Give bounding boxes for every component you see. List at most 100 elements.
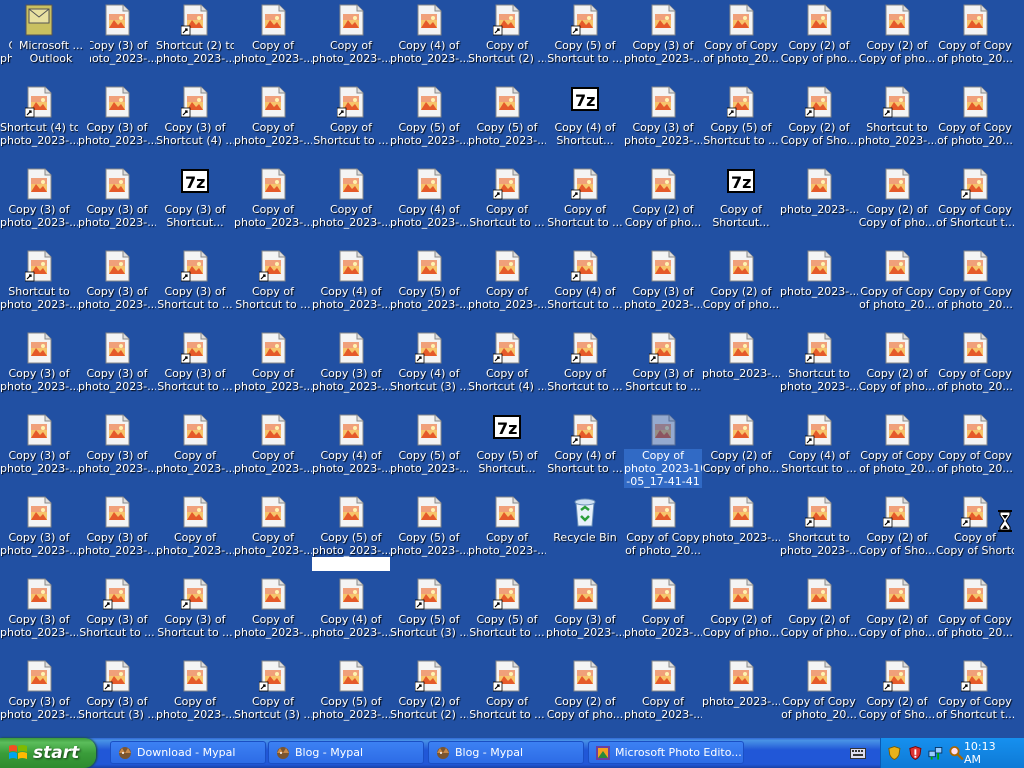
- desktop-icon[interactable]: ph: [1014, 658, 1024, 738]
- desktop-icon[interactable]: Copy (4) of Shortcut to ...: [546, 248, 624, 328]
- desktop-icon[interactable]: Copy (3) of Shortcut (3) ...: [78, 658, 156, 738]
- desktop-icon[interactable]: Copy of Copy of photo_20...: [624, 494, 702, 574]
- desktop-icon[interactable]: Copy (5) of photo_2023-...: [390, 494, 468, 574]
- desktop-icon[interactable]: Copy of Shortcut to ...: [546, 330, 624, 410]
- desktop-icon[interactable]: photo_2023-...: [780, 248, 858, 328]
- desktop-icon[interactable]: Copy of photo_2023-...: [234, 330, 312, 410]
- desktop-icon[interactable]: Copy (3) of photo_2023-...: [312, 330, 390, 410]
- desktop-icon[interactable]: ph: [1014, 166, 1024, 246]
- desktop-icon[interactable]: Copy (3) of Shortcut to ...: [78, 576, 156, 656]
- desktop-icon[interactable]: Copy (4) of photo_2023-...: [390, 166, 468, 246]
- desktop-icon[interactable]: ph: [1014, 84, 1024, 164]
- rename-input[interactable]: [312, 557, 390, 571]
- security-alert-icon[interactable]: [908, 745, 923, 761]
- desktop-icon[interactable]: Copy of photo_2023-...: [234, 84, 312, 164]
- desktop-icon[interactable]: Copy of photo_2023-...: [468, 494, 546, 574]
- desktop-icon[interactable]: photo_2023-...: [702, 658, 780, 738]
- desktop-icon[interactable]: Copy (3) of Shortcut to ...: [156, 330, 234, 410]
- desktop-icon[interactable]: Copy of Copy of photo_20...: [936, 2, 1014, 82]
- desktop-icon[interactable]: Copy of photo_2023-...: [156, 412, 234, 492]
- desktop-icon[interactable]: Copy (2) of Copy of pho...: [702, 248, 780, 328]
- desktop-icon[interactable]: Copy of Shortcut (4) ...: [468, 330, 546, 410]
- desktop-icon[interactable]: Copy of Shortcut to ...: [234, 248, 312, 328]
- desktop-icon[interactable]: Copy (2) of Copy of pho...: [780, 2, 858, 82]
- desktop-icon[interactable]: Copy (2) of Copy of pho...: [546, 658, 624, 738]
- start-button[interactable]: start: [0, 738, 96, 768]
- desktop-icon[interactable]: Copy of Shortcut to ...: [312, 84, 390, 164]
- desktop-icon[interactable]: Copy (2) of Copy of Sho...: [780, 84, 858, 164]
- desktop-icon[interactable]: ph: [1014, 330, 1024, 410]
- desktop-icon[interactable]: Copy of Copy of Shortcut t...: [936, 166, 1014, 246]
- desktop-icon[interactable]: Copy (3) of Shortcut (4) ...: [156, 84, 234, 164]
- desktop-icon[interactable]: Copy of photo_2023-...: [312, 166, 390, 246]
- desktop-icon[interactable]: Shortcut to photo_2023-...: [780, 330, 858, 410]
- clock[interactable]: 10:13 AM: [964, 740, 1012, 766]
- desktop-icon[interactable]: Copy of photo_2023-...: [624, 576, 702, 656]
- desktop-icon[interactable]: ph: [1014, 412, 1024, 492]
- desktop-icon[interactable]: Copy (3) of photo_2023-...: [0, 412, 78, 492]
- desktop-icon[interactable]: Copy of photo_2023-...: [234, 412, 312, 492]
- desktop-icon[interactable]: 7z Copy (3) of Shortcut...: [156, 166, 234, 246]
- desktop-icon[interactable]: Copy of Copy of photo_20...: [936, 576, 1014, 656]
- desktop-icon[interactable]: Shortcut (2) to photo_2023-...: [156, 2, 234, 82]
- desktop-icon[interactable]: Copy of Shortcut (2) ...: [468, 2, 546, 82]
- desktop-icon-outlook[interactable]: Microsoft ... Outlook: [0, 2, 90, 82]
- desktop-icon[interactable]: Copy (3) of photo_2023-...: [78, 330, 156, 410]
- search-icon[interactable]: [949, 745, 964, 761]
- desktop-icon[interactable]: Copy (4) of photo_2023-...: [312, 248, 390, 328]
- taskbar-button[interactable]: Microsoft Photo Edito...: [588, 741, 744, 764]
- desktop-icon[interactable]: Shortcut to photo_2023-...: [0, 248, 78, 328]
- taskbar-button[interactable]: Download - Mypal: [110, 741, 266, 764]
- desktop-icon[interactable]: Copy (4) of photo_2023-...: [390, 2, 468, 82]
- desktop-icon[interactable]: Copy of Copy of photo_20...: [936, 330, 1014, 410]
- desktop-icon-recycle-bin[interactable]: Recycle Bin: [546, 494, 624, 574]
- desktop-icon[interactable]: Copy of Copy of photo_20...: [858, 412, 936, 492]
- desktop-icon[interactable]: Copy (2) of Copy of pho...: [624, 166, 702, 246]
- desktop-icon[interactable]: Copy (5) of Shortcut (3) ...: [390, 576, 468, 656]
- desktop[interactable]: Copy (3) of photo_2023-...Shortcut (4) t…: [0, 0, 1024, 738]
- desktop-icon[interactable]: photo_2023-...: [702, 494, 780, 574]
- desktop-icon[interactable]: Copy of Copy of photo_20...: [936, 248, 1014, 328]
- desktop-icon[interactable]: Copy (2) of Shortcut (2) ...: [390, 658, 468, 738]
- desktop-icon[interactable]: Copy of photo_2023-...: [234, 166, 312, 246]
- desktop-icon[interactable]: Copy (2) of Copy of pho...: [858, 166, 936, 246]
- desktop-icon[interactable]: photo_2023-...: [780, 166, 858, 246]
- desktop-icon[interactable]: Copy of Copy of photo_20...: [936, 412, 1014, 492]
- desktop-icon[interactable]: ph: [1014, 494, 1024, 574]
- desktop-icon[interactable]: Copy (3) of photo_2023-...: [78, 248, 156, 328]
- desktop-icon[interactable]: Copy of Shortcut (3) ...: [234, 658, 312, 738]
- desktop-icon[interactable]: Copy (3) of photo_2023-...: [78, 412, 156, 492]
- desktop-icon[interactable]: Copy (3) of photo_2023-...: [0, 494, 78, 574]
- desktop-icon[interactable]: Copy (4) of Shortcut to ...: [780, 412, 858, 492]
- desktop-icon[interactable]: Copy (2) of Copy of pho...: [858, 576, 936, 656]
- network-icon[interactable]: [928, 745, 943, 761]
- desktop-icon[interactable]: Copy (5) of Shortcut to ...: [546, 2, 624, 82]
- desktop-icon[interactable]: Copy of photo_2023-...: [624, 658, 702, 738]
- desktop-icon[interactable]: Copy of Copy of photo_20...: [702, 2, 780, 82]
- desktop-icon[interactable]: Copy (3) of photo_2023-...: [0, 166, 78, 246]
- desktop-icon[interactable]: Copy (2) of Copy of Sho...: [858, 658, 936, 738]
- desktop-icon[interactable]: Copy (3) of photo_2023-...: [624, 2, 702, 82]
- desktop-icon[interactable]: Copy (5) of photo_2023-...: [390, 412, 468, 492]
- desktop-icon[interactable]: Copy (5) of Shortcut to ...: [468, 576, 546, 656]
- desktop-icon[interactable]: Copy (2) of Copy of pho...: [858, 330, 936, 410]
- shield-icon[interactable]: [887, 745, 902, 761]
- desktop-icon[interactable]: Copy (3) of photo_2023-...: [624, 84, 702, 164]
- desktop-icon[interactable]: Copy of Copy of photo_20...: [780, 658, 858, 738]
- taskbar-button[interactable]: Blog - Mypal: [428, 741, 584, 764]
- desktop-icon[interactable]: Copy of photo_2023-...: [156, 658, 234, 738]
- desktop-icon[interactable]: Copy of photo_2023-...: [234, 494, 312, 574]
- desktop-icon[interactable]: Copy of Copy of Shortcut (...: [936, 494, 1014, 574]
- desktop-icon[interactable]: Copy (3) of photo_2023-...: [546, 576, 624, 656]
- taskbar-button[interactable]: Blog - Mypal: [268, 741, 424, 764]
- desktop-icon[interactable]: Copy (3) of photo_2023-...: [78, 494, 156, 574]
- desktop-icon[interactable]: Copy (4) of photo_2023-...: [312, 576, 390, 656]
- desktop-icon[interactable]: Copy of Copy of photo_20...: [936, 84, 1014, 164]
- keyboard-icon[interactable]: [850, 746, 866, 760]
- desktop-icon[interactable]: Copy (5) of photo_2023-...: [390, 248, 468, 328]
- desktop-icon[interactable]: ph: [1014, 576, 1024, 656]
- desktop-icon[interactable]: Copy (2) of Copy of pho...: [780, 576, 858, 656]
- desktop-icon[interactable]: Copy (2) of Copy of Sho...: [858, 494, 936, 574]
- desktop-icon[interactable]: Copy (5) of photo_2023-...: [390, 84, 468, 164]
- desktop-icon[interactable]: Copy (5) of Shortcut to ...: [702, 84, 780, 164]
